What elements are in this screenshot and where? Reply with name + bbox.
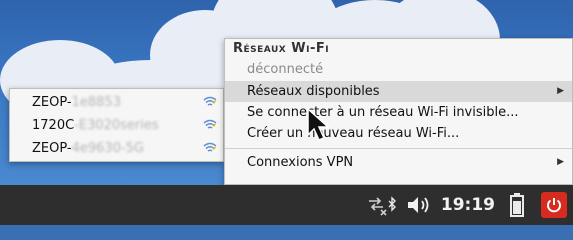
taskbar: 19:19 (0, 185, 573, 225)
network-name-prefix: ZEOP- (32, 141, 72, 156)
bluetooth-icon[interactable] (387, 190, 397, 220)
wifi-signal-icon (203, 119, 217, 129)
power-button[interactable] (541, 190, 567, 220)
menu-item-label: Connexions VPN (247, 155, 354, 170)
network-item[interactable]: ZEOP-4e9630-5G (10, 137, 223, 160)
clock-time: 19:19 (440, 195, 495, 215)
menu-separator (225, 148, 572, 149)
network-item[interactable]: 1720C-E3020series (10, 114, 223, 137)
volume-icon[interactable] (405, 190, 433, 220)
network-name-hidden: 1e8853 (71, 95, 121, 110)
wifi-signal-icon (203, 142, 217, 152)
power-icon (541, 192, 567, 218)
network-menu: Réseaux Wi-Fi déconnecté Réseaux disponi… (224, 38, 573, 185)
connect-hidden-network-item[interactable]: Se connecter à un réseau Wi-Fi invisible… (225, 102, 572, 123)
menu-item-label: Se connecter à un réseau Wi-Fi invisible… (247, 105, 519, 120)
create-network-item[interactable]: Créer un nouveau réseau Wi-Fi... (225, 123, 572, 144)
clock[interactable]: 19:19 (441, 190, 495, 220)
vpn-connections-item[interactable]: Connexions VPN ▶ (225, 152, 572, 173)
mouse-pointer-icon (307, 107, 330, 141)
network-item[interactable]: ZEOP-1e8853 (10, 91, 223, 114)
available-networks-submenu: ZEOP-1e8853 1720C-E3020series ZEOP-4e963… (9, 88, 224, 162)
network-name-hidden: 4e9630-5G (71, 141, 144, 156)
wifi-signal-icon (203, 96, 217, 106)
menu-item-label: Réseaux disponibles (247, 84, 380, 99)
network-name-prefix: 1720C (32, 118, 75, 133)
network-name-hidden: -E3020series (74, 118, 159, 133)
connection-status: déconnecté (247, 62, 324, 77)
menu-header: Réseaux Wi-Fi (233, 41, 330, 56)
submenu-arrow-icon: ▶ (557, 157, 564, 167)
menu-item-label: Créer un nouveau réseau Wi-Fi... (247, 126, 460, 141)
network-name-prefix: ZEOP- (32, 95, 72, 110)
available-networks-item[interactable]: Réseaux disponibles ▶ (225, 81, 572, 102)
submenu-arrow-icon: ▶ (557, 86, 564, 96)
battery-icon[interactable] (509, 190, 525, 220)
